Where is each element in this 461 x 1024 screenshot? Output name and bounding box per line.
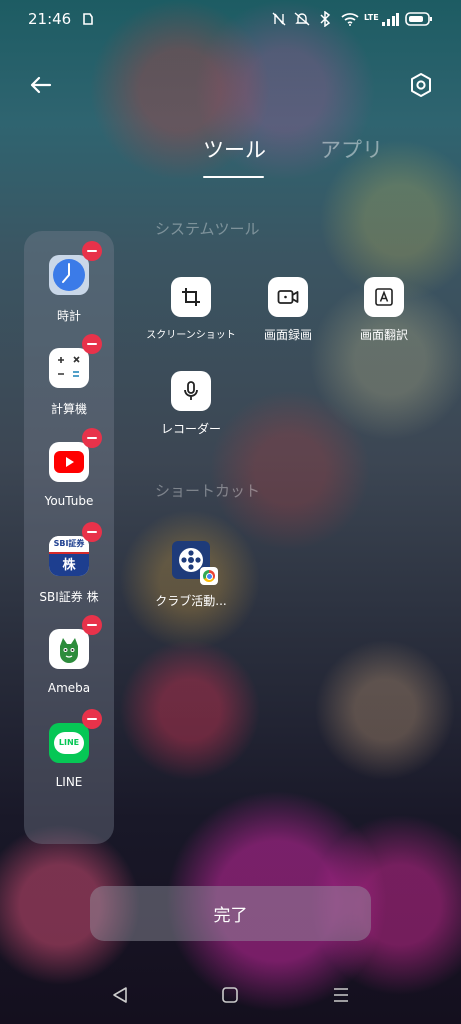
status-bar: 21:46 LTE bbox=[0, 0, 461, 38]
tool-screenshot[interactable]: スクリーンショット bbox=[146, 277, 236, 341]
video-reel-icon bbox=[172, 541, 218, 585]
sidebar-app-label: YouTube bbox=[44, 494, 94, 508]
calculator-icon bbox=[49, 334, 102, 388]
battery-icon bbox=[405, 12, 432, 26]
sidebar-app-youtube[interactable]: YouTube bbox=[24, 428, 114, 508]
remove-badge[interactable] bbox=[82, 709, 102, 729]
nfc-off-icon bbox=[272, 12, 286, 26]
nav-recents-icon[interactable] bbox=[332, 985, 350, 1005]
tool-label: 画面翻訳 bbox=[359, 328, 408, 342]
remove-badge[interactable] bbox=[82, 334, 102, 354]
line-icon: LINE bbox=[49, 709, 102, 763]
crop-icon bbox=[171, 277, 211, 317]
network-type-label: LTE bbox=[364, 13, 379, 22]
microphone-icon bbox=[171, 371, 211, 411]
gear-icon[interactable] bbox=[406, 70, 436, 100]
tool-screen-record[interactable]: 画面録画 bbox=[243, 277, 333, 343]
tool-label: 画面録画 bbox=[263, 328, 312, 342]
tab-apps[interactable]: アプリ bbox=[320, 134, 383, 164]
section-system-tools: システムツール bbox=[155, 220, 260, 238]
remove-badge[interactable] bbox=[82, 428, 102, 448]
shortcut-label: クラブ活動... bbox=[155, 594, 227, 608]
remove-badge[interactable] bbox=[82, 522, 102, 542]
sidebar-app-label: 時計 bbox=[56, 309, 81, 323]
bluetooth-icon bbox=[320, 11, 331, 27]
wifi-icon bbox=[341, 13, 359, 26]
sidebar-panel: 時計 計算機 YouTube SBI証券 株 SBI証券 株 Ameba LIN… bbox=[24, 231, 114, 844]
notification-app-icon bbox=[83, 13, 93, 25]
sidebar-app-ameba[interactable]: Ameba bbox=[24, 615, 114, 695]
clock-icon bbox=[49, 241, 102, 295]
tab-tools[interactable]: ツール bbox=[203, 134, 266, 164]
youtube-icon bbox=[49, 428, 102, 482]
done-button[interactable]: 完了 bbox=[90, 886, 371, 941]
remove-badge[interactable] bbox=[82, 241, 102, 261]
ameba-icon bbox=[49, 615, 102, 669]
sidebar-app-calculator[interactable]: 計算機 bbox=[24, 334, 114, 417]
translate-icon bbox=[364, 277, 404, 317]
video-record-icon bbox=[268, 277, 308, 317]
arrow-left-icon[interactable] bbox=[26, 70, 56, 100]
status-time: 21:46 bbox=[28, 10, 72, 28]
nav-back-icon[interactable] bbox=[111, 985, 129, 1005]
chrome-badge-icon bbox=[200, 567, 218, 585]
sidebar-app-line[interactable]: LINE LINE bbox=[24, 709, 114, 789]
tool-recorder[interactable]: レコーダー bbox=[146, 371, 236, 437]
nav-home-icon[interactable] bbox=[221, 985, 239, 1005]
section-shortcuts: ショートカット bbox=[155, 482, 261, 500]
sidebar-app-label: LINE bbox=[55, 775, 83, 789]
sidebar-app-sbi[interactable]: SBI証券 株 SBI証券 株 bbox=[24, 522, 114, 605]
active-tab-indicator bbox=[203, 176, 264, 178]
tool-label: レコーダー bbox=[160, 422, 221, 436]
signal-icon bbox=[382, 13, 399, 26]
tool-label: スクリーンショット bbox=[146, 330, 236, 341]
tool-screen-translate[interactable]: 画面翻訳 bbox=[339, 277, 429, 343]
sidebar-app-label: 計算機 bbox=[50, 402, 87, 416]
sbi-icon: SBI証券 株 bbox=[49, 522, 102, 576]
sidebar-app-clock[interactable]: 時計 bbox=[24, 241, 114, 324]
shortcut-club-activity[interactable]: クラブ活動... bbox=[146, 541, 236, 609]
mute-icon bbox=[294, 12, 310, 26]
sidebar-app-label: SBI証券 株 bbox=[39, 590, 99, 604]
remove-badge[interactable] bbox=[82, 615, 102, 635]
sidebar-app-label: Ameba bbox=[47, 681, 91, 695]
